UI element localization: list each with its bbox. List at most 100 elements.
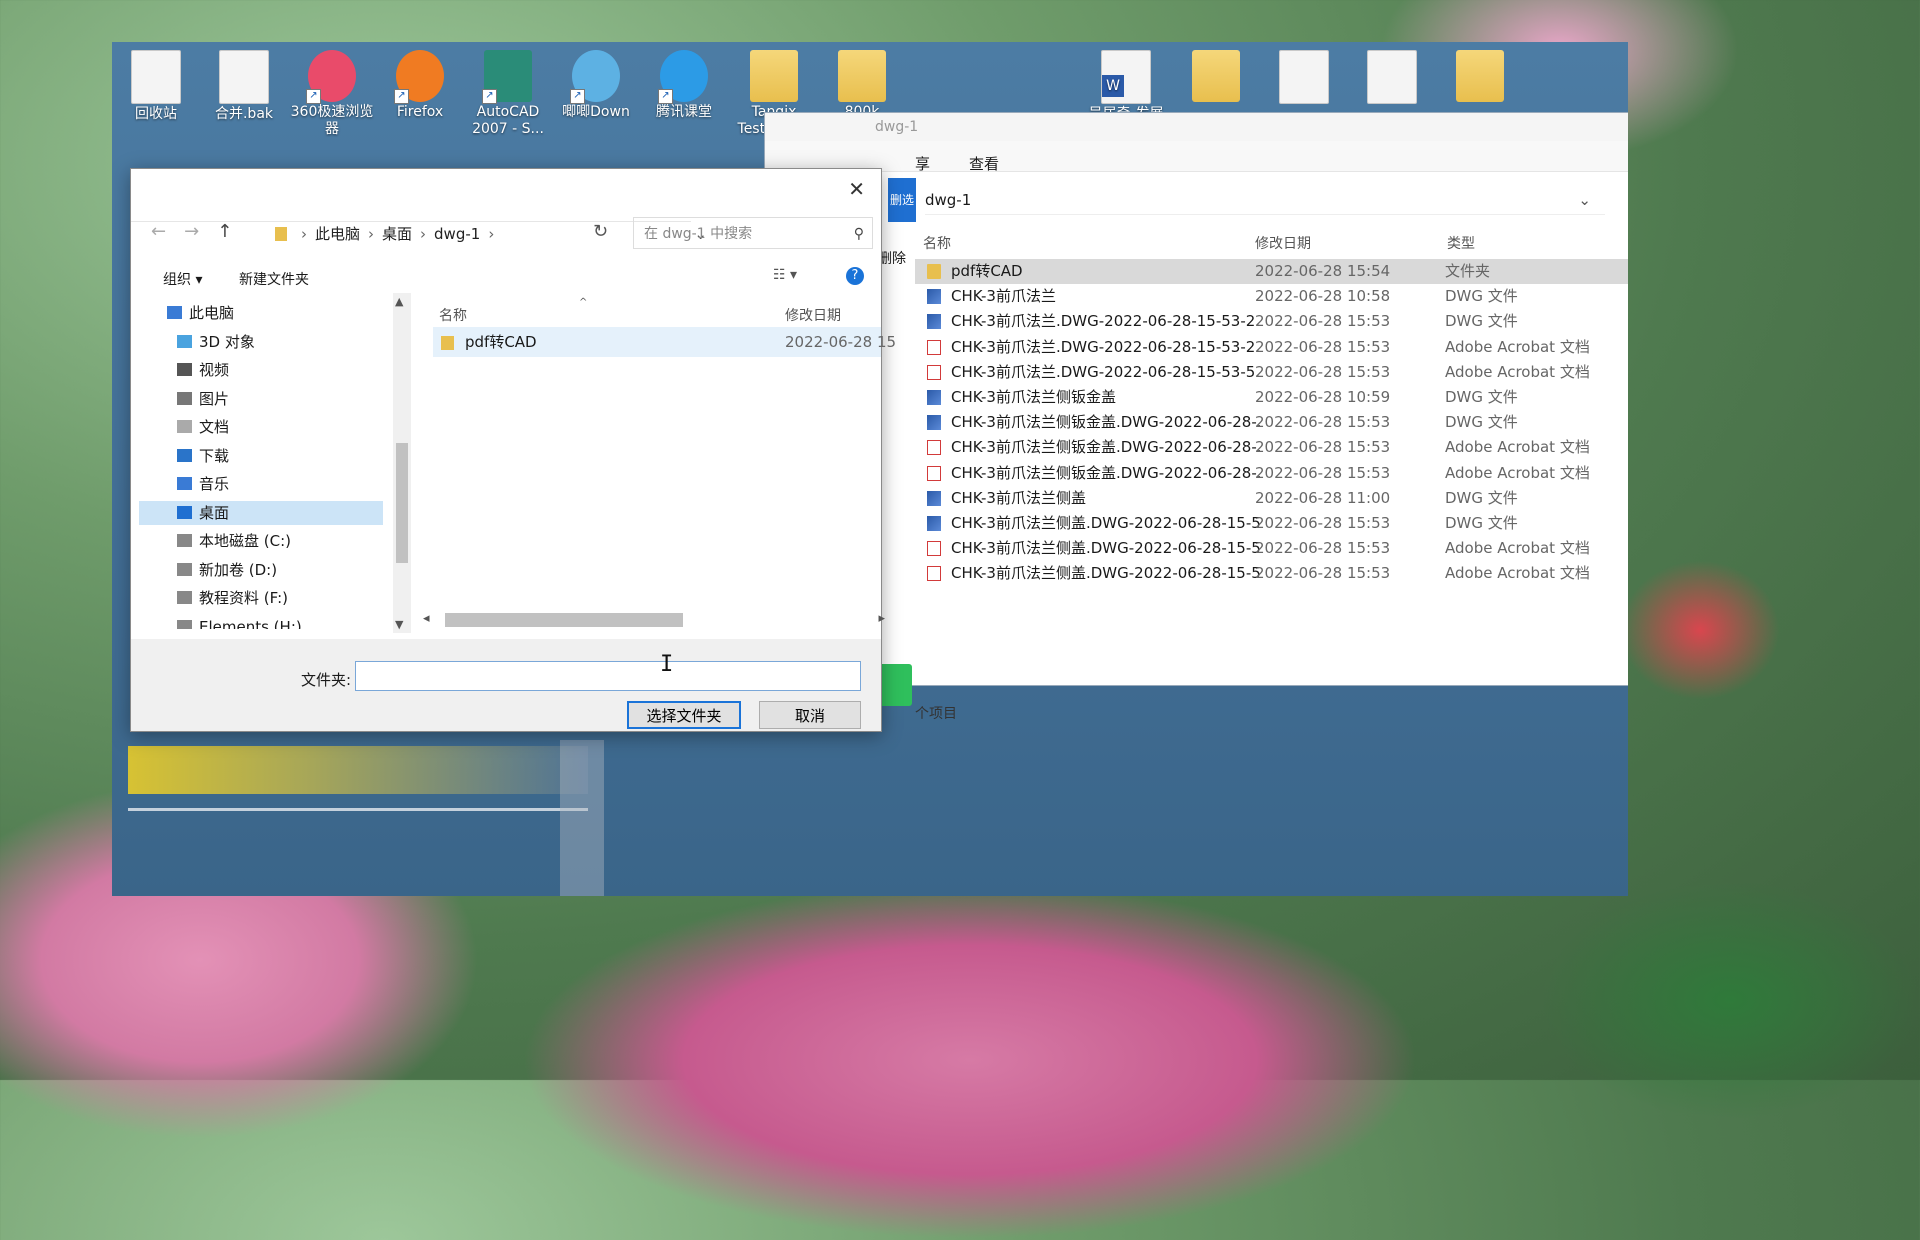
search-icon[interactable]: ⚲	[854, 218, 864, 250]
folder-field[interactable]	[355, 661, 861, 691]
file-row[interactable]: CHK-3前爪法兰侧钣金盖.DWG-2022-06-28-... 2022-06-…	[915, 461, 1628, 486]
file-row[interactable]: CHK-3前爪法兰.DWG-2022-06-28-15-53-2... 2022-…	[915, 335, 1628, 360]
desktop-icon[interactable]: ↗ 唧唧Down	[552, 46, 640, 121]
file-row[interactable]: CHK-3前爪法兰侧盖.DWG-2022-06-28-15-5... 2022-0…	[915, 536, 1628, 561]
desktop-icon[interactable]: 800k	[818, 46, 906, 121]
scroll-down-icon[interactable]: ▼	[395, 618, 403, 631]
tree-item-pc[interactable]: 此电脑	[139, 301, 383, 325]
select-folder-button[interactable]: 选择文件夹	[627, 701, 741, 729]
scroll-thumb[interactable]	[445, 613, 683, 627]
desktop-icon[interactable]	[1348, 46, 1436, 106]
breadcrumb-item-pc[interactable]: 此电脑	[315, 225, 360, 243]
desktop-icon[interactable]: ↗ 360极速浏览器	[288, 46, 376, 138]
document-icon	[1367, 50, 1417, 104]
refresh-icon[interactable]: ↻	[593, 221, 608, 242]
desktop-icon[interactable]	[1436, 46, 1524, 104]
close-icon[interactable]: ✕	[848, 177, 865, 201]
up-arrow-icon[interactable]: ↑	[217, 221, 232, 242]
desktop-icon[interactable]: ↗ Firefox	[376, 46, 464, 121]
app-icon: ↗	[394, 50, 444, 104]
dialog-title-area	[131, 169, 691, 222]
list-item[interactable]: pdf转CAD 2022-06-28 15	[433, 327, 896, 357]
desktop-icon[interactable]: ↗ AutoCAD 2007 - S...	[464, 46, 552, 138]
file-row[interactable]: CHK-3前爪法兰侧盖.DWG-2022-06-28-15-5... 2022-0…	[915, 511, 1628, 536]
new-folder-button[interactable]: 新建文件夹	[239, 269, 309, 289]
tree-item-doc[interactable]: 文档	[139, 415, 383, 439]
file-date: 2022-06-28 15:53	[1255, 438, 1391, 457]
chevron-down-icon[interactable]: ⌄	[1578, 186, 1591, 214]
folder-label: 文件夹:	[301, 671, 352, 689]
desktop-icon-label: AutoCAD 2007 - S...	[472, 104, 544, 137]
explorer-address-bar[interactable]: dwg-1 ⌄	[925, 186, 1605, 215]
file-row[interactable]: pdf转CAD 2022-06-28 15:54 文件夹	[915, 259, 1628, 284]
breadcrumb-item-dwg1[interactable]: dwg-1	[434, 225, 480, 243]
desktop-icon[interactable]	[1172, 46, 1260, 104]
select-folder-dialog[interactable]: ✕ ← → ↑ › 此电脑 › 桌面 › dwg-1 › ⌄ ↻ 在 dwg-1 中搜索 ⚲ 组…	[130, 168, 896, 732]
file-row[interactable]: CHK-3前爪法兰侧钣金盖 2022-06-28 10:59 DWG 文件	[915, 385, 1628, 410]
item-date: 2022-06-28 15	[785, 333, 897, 351]
desktop-icon[interactable]: ↗ 腾讯课堂	[640, 46, 728, 121]
scroll-up-icon[interactable]: ▲	[395, 295, 403, 308]
column-name[interactable]: 名称	[923, 233, 951, 253]
desktop-icon[interactable]	[1260, 46, 1348, 106]
tree-scrollbar[interactable]: ▲ ▼	[393, 293, 411, 633]
tree-item-3d[interactable]: 3D 对象	[139, 330, 383, 354]
pdf-file-icon	[927, 541, 941, 557]
explorer-delete-label[interactable]: 删除	[878, 248, 906, 268]
explorer-select-strip[interactable]: 删选	[888, 178, 916, 222]
ribbon-share-tab[interactable]: 享	[915, 153, 930, 174]
file-row[interactable]: CHK-3前爪法兰侧盖.DWG-2022-06-28-15-5... 2022-0…	[915, 561, 1628, 586]
file-name: CHK-3前爪法兰侧盖.DWG-2022-06-28-15-5...	[951, 564, 1261, 583]
cancel-button[interactable]: 取消	[759, 701, 861, 729]
explorer-status: 个项目	[915, 706, 957, 722]
search-input[interactable]: 在 dwg-1 中搜索 ⚲	[633, 217, 873, 249]
scroll-thumb[interactable]	[396, 443, 408, 563]
desktop-icon-label: 回收站	[135, 106, 177, 122]
tree-item-down[interactable]: 下载	[139, 444, 383, 468]
file-row[interactable]: CHK-3前爪法兰侧钣金盖.DWG-2022-06-28-... 2022-06-…	[915, 410, 1628, 435]
shortcut-arrow-icon: ↗	[658, 89, 673, 104]
column-name[interactable]: 名称	[439, 305, 467, 325]
breadcrumb-item-desktop[interactable]: 桌面	[382, 225, 412, 243]
file-row[interactable]: CHK-3前爪法兰 2022-06-28 10:58 DWG 文件	[915, 284, 1628, 309]
back-arrow-icon[interactable]: ←	[151, 221, 166, 242]
organize-button[interactable]: 组织 ▾	[163, 269, 202, 289]
wallpaper-petal	[520, 880, 1420, 1240]
scroll-left-icon[interactable]: ◂	[423, 611, 430, 626]
tree-item-drive[interactable]: 本地磁盘 (C:)	[139, 529, 383, 553]
tree-item-drive[interactable]: Elements (H:)	[139, 615, 383, 629]
desktop-icon-label: 腾讯课堂	[656, 104, 712, 120]
column-date[interactable]: 修改日期	[785, 305, 841, 325]
tree-item-label: 下载	[199, 446, 230, 465]
file-name: CHK-3前爪法兰侧钣金盖.DWG-2022-06-28-...	[951, 463, 1261, 482]
progress-line	[128, 808, 588, 811]
column-date[interactable]: 修改日期	[1255, 233, 1311, 253]
file-type: DWG 文件	[1445, 388, 1518, 406]
ribbon-view-tab[interactable]: 查看	[969, 153, 999, 174]
column-type[interactable]: 类型	[1447, 233, 1475, 253]
desktop-icon[interactable]: 合并.bak	[200, 46, 288, 123]
file-row[interactable]: CHK-3前爪法兰侧钣金盖.DWG-2022-06-28-... 2022-06-…	[915, 435, 1628, 460]
forward-arrow-icon[interactable]: →	[184, 221, 199, 242]
music-icon	[177, 477, 192, 490]
content-hscrollbar[interactable]: ◂ ▸	[419, 609, 889, 631]
tree-item-drive[interactable]: 新加卷 (D:)	[139, 558, 383, 582]
file-row[interactable]: CHK-3前爪法兰侧盖 2022-06-28 11:00 DWG 文件	[915, 486, 1628, 511]
desktop-icon[interactable]: 回收站	[112, 46, 200, 123]
shortcut-arrow-icon: ↗	[570, 89, 585, 104]
file-type: Adobe Acrobat 文档	[1445, 564, 1590, 583]
tree-item-desktop[interactable]: 桌面	[139, 500, 383, 525]
file-type: DWG 文件	[1445, 488, 1518, 507]
app-icon: ↗	[306, 50, 356, 104]
file-date: 2022-06-28 15:53	[1255, 539, 1391, 558]
tree-item-music[interactable]: 音乐	[139, 472, 383, 496]
tree-item-pic[interactable]: 图片	[139, 387, 383, 411]
view-options-icon[interactable]: ☷ ▾	[773, 267, 797, 283]
tree-item-drive[interactable]: 教程资料 (F:)	[139, 586, 383, 610]
file-row[interactable]: CHK-3前爪法兰.DWG-2022-06-28-15-53-5... 2022-…	[915, 360, 1628, 385]
file-name: CHK-3前爪法兰侧钣金盖.DWG-2022-06-28-...	[951, 438, 1261, 457]
file-row[interactable]: CHK-3前爪法兰.DWG-2022-06-28-15-53-2... 2022-…	[915, 309, 1628, 334]
scroll-right-icon[interactable]: ▸	[878, 611, 885, 626]
help-icon[interactable]: ?	[846, 267, 864, 285]
tree-item-video[interactable]: 视频	[139, 358, 383, 382]
